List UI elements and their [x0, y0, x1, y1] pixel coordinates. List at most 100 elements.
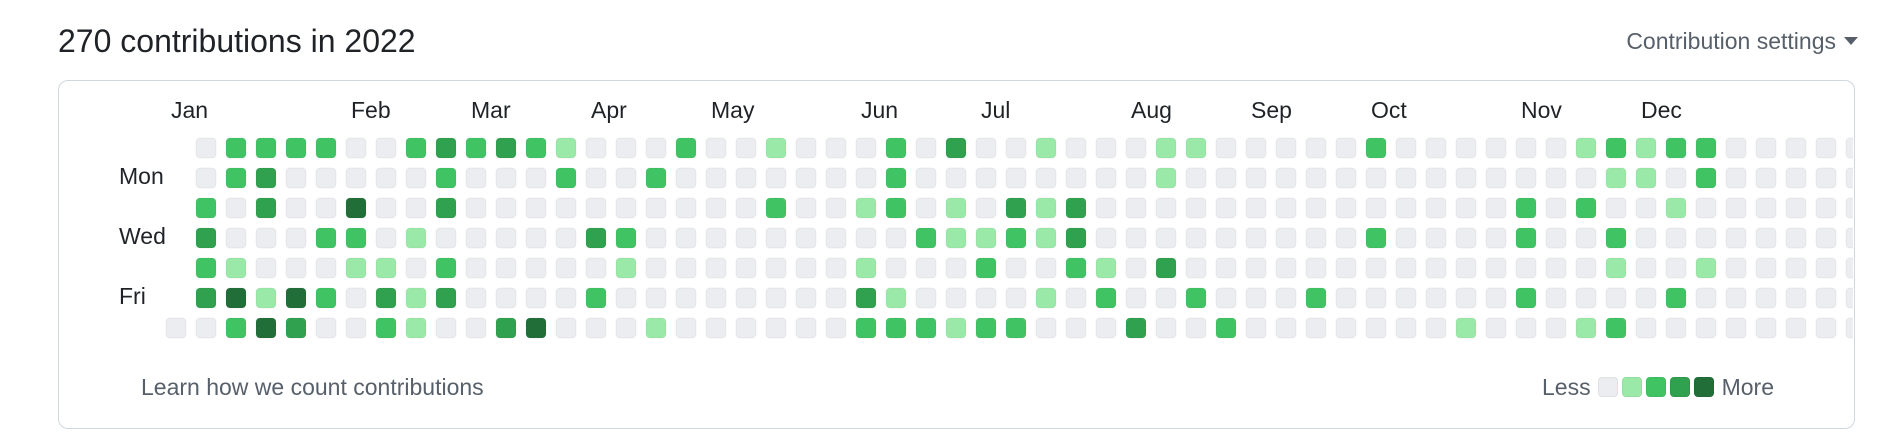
contribution-day[interactable] [975, 287, 997, 309]
contribution-day[interactable] [465, 137, 487, 159]
contribution-day[interactable] [795, 167, 817, 189]
contribution-day[interactable] [1695, 227, 1717, 249]
contribution-day[interactable] [615, 197, 637, 219]
contribution-day[interactable] [645, 317, 667, 339]
contribution-day[interactable] [735, 257, 757, 279]
contribution-day[interactable] [1515, 167, 1537, 189]
contribution-day[interactable] [1545, 317, 1567, 339]
contribution-day[interactable] [1725, 167, 1747, 189]
contribution-day[interactable] [555, 257, 577, 279]
contribution-day[interactable] [525, 317, 547, 339]
contribution-day[interactable] [1485, 167, 1507, 189]
contribution-day[interactable] [1755, 197, 1777, 219]
contribution-day[interactable] [735, 317, 757, 339]
contribution-day[interactable] [255, 227, 277, 249]
contribution-day[interactable] [675, 137, 697, 159]
contribution-day[interactable] [165, 317, 187, 339]
contribution-day[interactable] [465, 257, 487, 279]
contribution-day[interactable] [1665, 257, 1687, 279]
contribution-day[interactable] [345, 167, 367, 189]
contribution-day[interactable] [1035, 227, 1057, 249]
contribution-day[interactable] [1365, 257, 1387, 279]
contribution-day[interactable] [1395, 167, 1417, 189]
contribution-day[interactable] [1005, 287, 1027, 309]
contribution-day[interactable] [1365, 197, 1387, 219]
contribution-day[interactable] [915, 197, 937, 219]
contribution-day[interactable] [1365, 167, 1387, 189]
contribution-day[interactable] [885, 317, 907, 339]
contribution-day[interactable] [585, 167, 607, 189]
contribution-day[interactable] [285, 197, 307, 219]
contribution-day[interactable] [255, 167, 277, 189]
contribution-day[interactable] [1275, 227, 1297, 249]
contribution-day[interactable] [1575, 137, 1597, 159]
contribution-day[interactable] [435, 167, 457, 189]
contribution-day[interactable] [1395, 287, 1417, 309]
contribution-day[interactable] [585, 137, 607, 159]
contribution-day[interactable] [1065, 227, 1087, 249]
contribution-day[interactable] [1275, 197, 1297, 219]
contribution-day[interactable] [225, 287, 247, 309]
contribution-day[interactable] [405, 317, 427, 339]
contribution-day[interactable] [405, 287, 427, 309]
contribution-day[interactable] [435, 137, 457, 159]
contribution-day[interactable] [255, 257, 277, 279]
contribution-day[interactable] [1725, 257, 1747, 279]
contribution-day[interactable] [1335, 257, 1357, 279]
contribution-day[interactable] [1395, 257, 1417, 279]
contribution-day[interactable] [585, 257, 607, 279]
contribution-day[interactable] [1005, 167, 1027, 189]
contribution-day[interactable] [765, 137, 787, 159]
contribution-day[interactable] [1035, 317, 1057, 339]
contribution-day[interactable] [885, 197, 907, 219]
contribution-day[interactable] [1665, 197, 1687, 219]
contribution-day[interactable] [1695, 167, 1717, 189]
contribution-day[interactable] [435, 197, 457, 219]
learn-how-we-count-link[interactable]: Learn how we count contributions [141, 372, 484, 402]
contribution-day[interactable] [975, 257, 997, 279]
contribution-day[interactable] [915, 287, 937, 309]
contribution-day[interactable] [1545, 257, 1567, 279]
contribution-day[interactable] [1515, 137, 1537, 159]
contribution-day[interactable] [1035, 167, 1057, 189]
contribution-day[interactable] [1005, 137, 1027, 159]
contribution-day[interactable] [1425, 167, 1447, 189]
contribution-day[interactable] [1155, 197, 1177, 219]
contribution-day[interactable] [1005, 197, 1027, 219]
contribution-day[interactable] [1605, 317, 1627, 339]
contribution-day[interactable] [735, 167, 757, 189]
contribution-day[interactable] [705, 137, 727, 159]
contribution-day[interactable] [375, 287, 397, 309]
contribution-day[interactable] [1575, 227, 1597, 249]
contribution-day[interactable] [195, 137, 217, 159]
contribution-day[interactable] [1185, 167, 1207, 189]
contribution-day[interactable] [1245, 257, 1267, 279]
contribution-day[interactable] [1485, 317, 1507, 339]
contribution-day[interactable] [975, 137, 997, 159]
contribution-day[interactable] [285, 167, 307, 189]
contribution-day[interactable] [945, 227, 967, 249]
contribution-day[interactable] [495, 287, 517, 309]
contribution-day[interactable] [1455, 137, 1477, 159]
contribution-day[interactable] [525, 287, 547, 309]
contribution-day[interactable] [1065, 137, 1087, 159]
contribution-day[interactable] [1275, 137, 1297, 159]
contribution-day[interactable] [1485, 227, 1507, 249]
contribution-day[interactable] [555, 197, 577, 219]
contribution-day[interactable] [1155, 227, 1177, 249]
contribution-day[interactable] [975, 227, 997, 249]
contribution-day[interactable] [825, 167, 847, 189]
contribution-day[interactable] [975, 317, 997, 339]
contribution-day[interactable] [1785, 197, 1807, 219]
contribution-day[interactable] [1215, 167, 1237, 189]
contribution-day[interactable] [945, 257, 967, 279]
contribution-day[interactable] [435, 227, 457, 249]
contribution-day[interactable] [1575, 257, 1597, 279]
contribution-day[interactable] [315, 137, 337, 159]
contribution-day[interactable] [795, 317, 817, 339]
contribution-day[interactable] [885, 287, 907, 309]
contribution-day[interactable] [1365, 227, 1387, 249]
contribution-day[interactable] [705, 317, 727, 339]
contribution-day[interactable] [765, 257, 787, 279]
contribution-day[interactable] [1395, 317, 1417, 339]
